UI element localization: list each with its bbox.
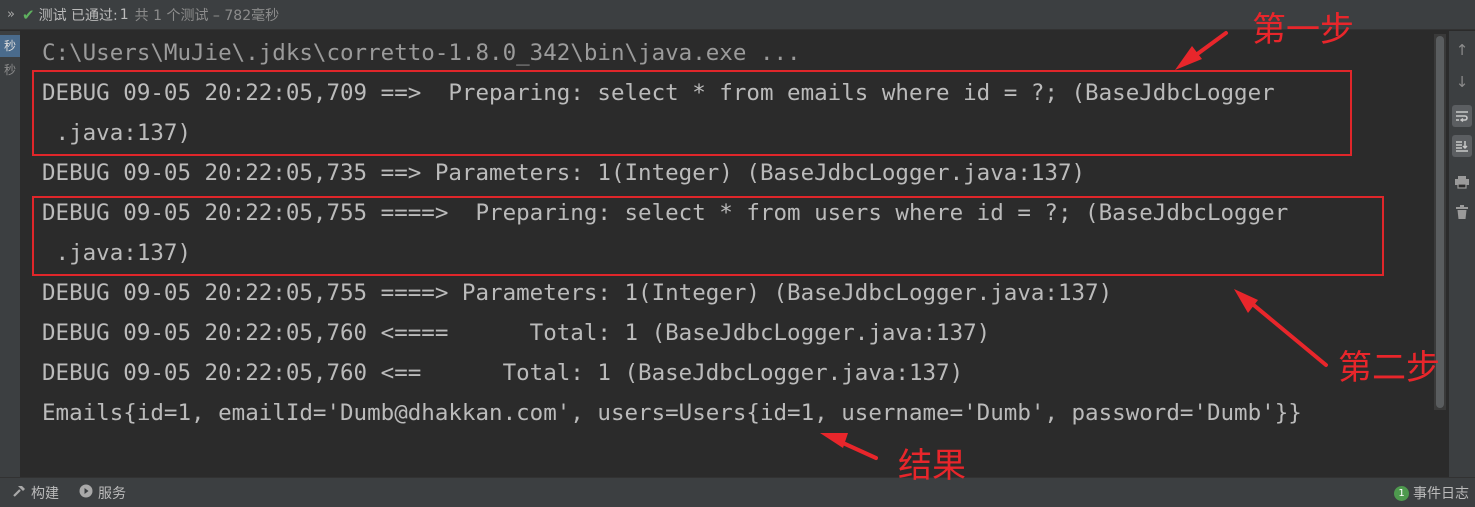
console-line: DEBUG 09-05 20:22:05,755 ====> Parameter… (42, 280, 1113, 306)
build-tab[interactable]: 构建 (12, 483, 59, 503)
console-line-command: C:\Users\MuJie\.jdks\corretto-1.8.0_342\… (42, 40, 801, 66)
check-icon: ✔ (22, 5, 35, 24)
step2-highlight-box (32, 196, 1384, 276)
bottom-tool-bar: 构建 服务 1 事件日志 (0, 477, 1475, 507)
scroll-to-end-icon[interactable] (1452, 135, 1472, 157)
print-icon[interactable] (1452, 171, 1472, 193)
event-log-label: 事件日志 (1413, 486, 1469, 502)
console-line: DEBUG 09-05 20:22:05,760 <== Total: 1 (B… (42, 360, 964, 386)
annotation-result: 结果 (898, 446, 966, 486)
play-circle-icon (79, 484, 93, 502)
test-duration-tag[interactable]: 秒 (0, 35, 20, 57)
annotation-step1: 第一步 (1252, 10, 1354, 50)
chevron-double-right-icon[interactable]: » (0, 7, 22, 22)
test-duration-tag-secondary[interactable]: 秒 (0, 59, 20, 81)
arrow-up-icon[interactable]: ↑ (1452, 39, 1472, 61)
console-toolbar: ↑ ↓ (1449, 31, 1475, 477)
event-count-badge: 1 (1394, 485, 1409, 501)
console-line: DEBUG 09-05 20:22:05,760 <==== Total: 1 … (42, 320, 991, 346)
build-tab-label: 构建 (31, 485, 59, 502)
services-tab[interactable]: 服务 (79, 483, 126, 503)
soft-wrap-icon[interactable] (1452, 105, 1472, 127)
trash-icon[interactable] (1452, 201, 1472, 223)
console-line: DEBUG 09-05 20:22:05,735 ==> Parameters:… (42, 160, 1086, 186)
step1-highlight-box (32, 70, 1352, 156)
event-log-tab[interactable]: 1 事件日志 (1394, 478, 1469, 507)
hammer-icon (12, 484, 26, 502)
arrow-down-icon[interactable]: ↓ (1452, 71, 1472, 93)
annotation-step2: 第二步 (1338, 348, 1440, 388)
services-tab-label: 服务 (98, 485, 126, 502)
test-tree-strip: 秒 秒 (0, 31, 20, 477)
console-line-result: Emails{id=1, emailId='Dumb@dhakkan.com',… (42, 400, 1302, 426)
test-pass-count: 1 (119, 6, 129, 23)
test-summary: 共 1 个测试 – 782毫秒 (134, 7, 280, 24)
test-status-label: 测试 已通过: (38, 7, 118, 24)
